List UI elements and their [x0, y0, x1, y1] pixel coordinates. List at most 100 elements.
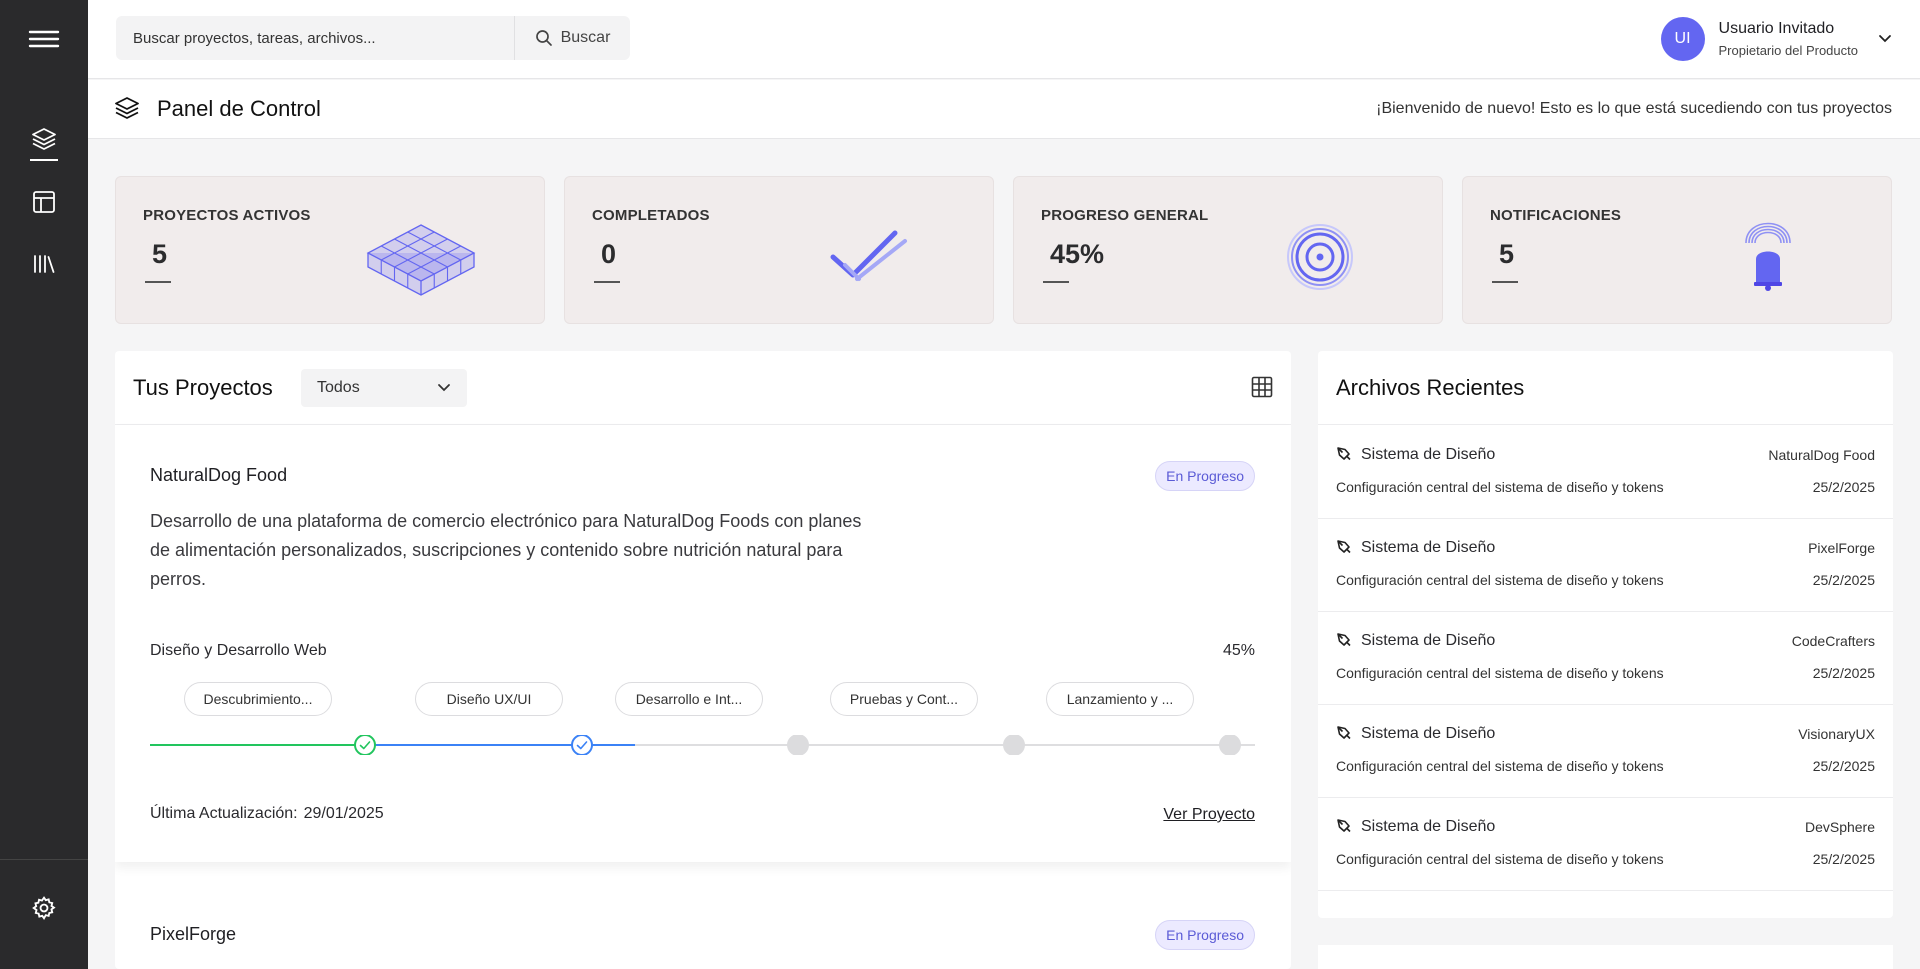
file-name: Sistema de Diseño [1361, 446, 1496, 463]
last-updated-label: Última Actualización: [150, 805, 298, 822]
file-project: PixelForge [1808, 540, 1875, 556]
file-date: 25/2/2025 [1812, 572, 1875, 588]
stat-label: COMPLETADOS [592, 207, 710, 224]
last-updated: Última Actualización: 29/01/2025 [150, 805, 384, 823]
stat-value: 0 [601, 239, 617, 269]
pen-tool-icon [1337, 633, 1351, 647]
stat-value: 45% [1050, 239, 1105, 269]
stat-label: NOTIFICACIONES [1490, 207, 1622, 224]
project-description: Desarrollo de una plataforma de comercio… [150, 511, 862, 589]
recent-files-header: Archivos Recientes [1318, 351, 1893, 425]
step-pending-dot [1003, 735, 1025, 755]
file-item[interactable]: Sistema de Diseño PixelForge Configuraci… [1318, 519, 1893, 612]
projects-panel: Tus Proyectos Todos NaturalDog Food En P… [115, 351, 1291, 969]
user-role: Propietario del Producto [1718, 43, 1858, 58]
step-testing[interactable]: Pruebas y Cont... [830, 682, 978, 716]
layout-icon [33, 191, 55, 213]
pen-tool-icon [1337, 447, 1351, 461]
file-date: 25/2/2025 [1812, 479, 1875, 495]
file-description: Configuración central del sistema de dis… [1336, 758, 1664, 774]
chevron-down-icon [438, 384, 450, 392]
search-input[interactable] [116, 16, 515, 60]
search-button-label: Buscar [560, 29, 611, 46]
stat-divider [145, 281, 171, 283]
stat-card-completed: COMPLETADOS 0 [564, 176, 994, 324]
progress-timeline [150, 735, 1255, 755]
step-discovery[interactable]: Descubrimiento... [184, 682, 332, 716]
page-header: Panel de Control ¡Bienvenido de nuevo! E… [88, 80, 1920, 139]
file-item[interactable]: Sistema de Diseño NaturalDog Food Config… [1318, 426, 1893, 519]
file-description: Configuración central del sistema de dis… [1336, 479, 1664, 495]
menu-icon[interactable] [0, 20, 88, 58]
stat-divider [1043, 281, 1069, 283]
search-button[interactable]: Buscar [515, 16, 630, 60]
last-updated-date: 29/01/2025 [303, 805, 384, 822]
sidebar-divider [0, 859, 88, 860]
double-check-icon [830, 230, 907, 281]
file-item[interactable]: Sistema de Diseño VisionaryUX Configurac… [1318, 705, 1893, 798]
avatar: UI [1660, 17, 1705, 61]
pen-tool-icon [1337, 819, 1351, 833]
file-name: Sistema de Diseño [1361, 818, 1496, 835]
step-pending-dot [1219, 735, 1241, 755]
user-name: Usuario Invitado [1718, 20, 1835, 37]
project-card: NaturalDog Food En Progreso Desarrollo d… [115, 425, 1291, 862]
sidebar-item-dashboard[interactable] [0, 118, 88, 170]
file-project: NaturalDog Food [1768, 447, 1875, 463]
search-icon [535, 30, 552, 46]
target-icon [1287, 224, 1353, 290]
file-item[interactable]: Sistema de Diseño DevSphere Configuració… [1318, 798, 1893, 891]
gear-icon [32, 896, 56, 921]
file-project: CodeCrafters [1791, 633, 1875, 649]
file-project: VisionaryUX [1798, 726, 1875, 742]
sidebar-item-settings[interactable] [0, 890, 88, 926]
view-project-link[interactable]: Ver Proyecto [1163, 806, 1255, 824]
step-ux-ui-design[interactable]: Diseño UX/UI [415, 682, 563, 716]
stat-card-overall-progress: PROGRESO GENERAL 45% [1013, 176, 1443, 324]
step-development[interactable]: Desarrollo e Int... [615, 682, 763, 716]
file-project: DevSphere [1804, 819, 1875, 835]
step-done-icon [354, 735, 376, 755]
stat-card-notifications: NOTIFICACIONES 5 [1462, 176, 1892, 324]
library-icon [34, 255, 55, 273]
project-name: NaturalDog Food [150, 465, 288, 485]
stat-divider [594, 281, 620, 283]
status-badge: En Progreso [1155, 920, 1255, 950]
sidebar-item-library[interactable] [0, 246, 88, 282]
layers-icon [115, 97, 139, 119]
file-description: Configuración central del sistema de dis… [1336, 572, 1664, 588]
stat-card-active-projects: PROYECTOS ACTIVOS 5 [115, 176, 545, 324]
file-date: 25/2/2025 [1812, 758, 1875, 774]
stat-value: 5 [1499, 239, 1515, 269]
grid-view-icon[interactable] [1251, 376, 1273, 398]
status-badge: En Progreso [1155, 461, 1255, 491]
file-date: 25/2/2025 [1812, 851, 1875, 867]
user-menu[interactable]: UI Usuario Invitado Propietario del Prod… [1660, 16, 1892, 62]
stat-label: PROGRESO GENERAL [1041, 207, 1209, 224]
layers-icon [32, 128, 56, 150]
project-name: PixelForge [150, 924, 237, 944]
secondary-panel [1318, 945, 1893, 969]
stat-label: PROYECTOS ACTIVOS [143, 207, 311, 224]
welcome-message: ¡Bienvenido de nuevo! Esto es lo que est… [1376, 100, 1892, 117]
chevron-down-icon [1879, 35, 1891, 43]
stat-value: 5 [152, 239, 168, 269]
project-card: PixelForge En Progreso [115, 884, 1291, 969]
step-launch[interactable]: Lanzamiento y ... [1046, 682, 1194, 716]
search-bar: Buscar [116, 16, 630, 60]
progress-percent: 45% [1222, 642, 1255, 659]
cube-grid-icon [366, 224, 476, 296]
file-item[interactable]: Sistema de Diseño CodeCrafters Configura… [1318, 612, 1893, 705]
file-description: Configuración central del sistema de dis… [1336, 851, 1664, 867]
page-title: Panel de Control [157, 96, 321, 121]
sidebar [0, 0, 88, 969]
project-filter-value: Todos [317, 379, 360, 396]
project-filter-select[interactable]: Todos [301, 369, 467, 407]
phase-label: Diseño y Desarrollo Web [150, 642, 327, 659]
projects-title: Tus Proyectos [133, 375, 273, 400]
file-name: Sistema de Diseño [1361, 725, 1496, 742]
bell-icon [1745, 222, 1791, 291]
sidebar-item-layout[interactable] [0, 184, 88, 220]
pen-tool-icon [1337, 726, 1351, 740]
step-active-icon [571, 735, 593, 755]
